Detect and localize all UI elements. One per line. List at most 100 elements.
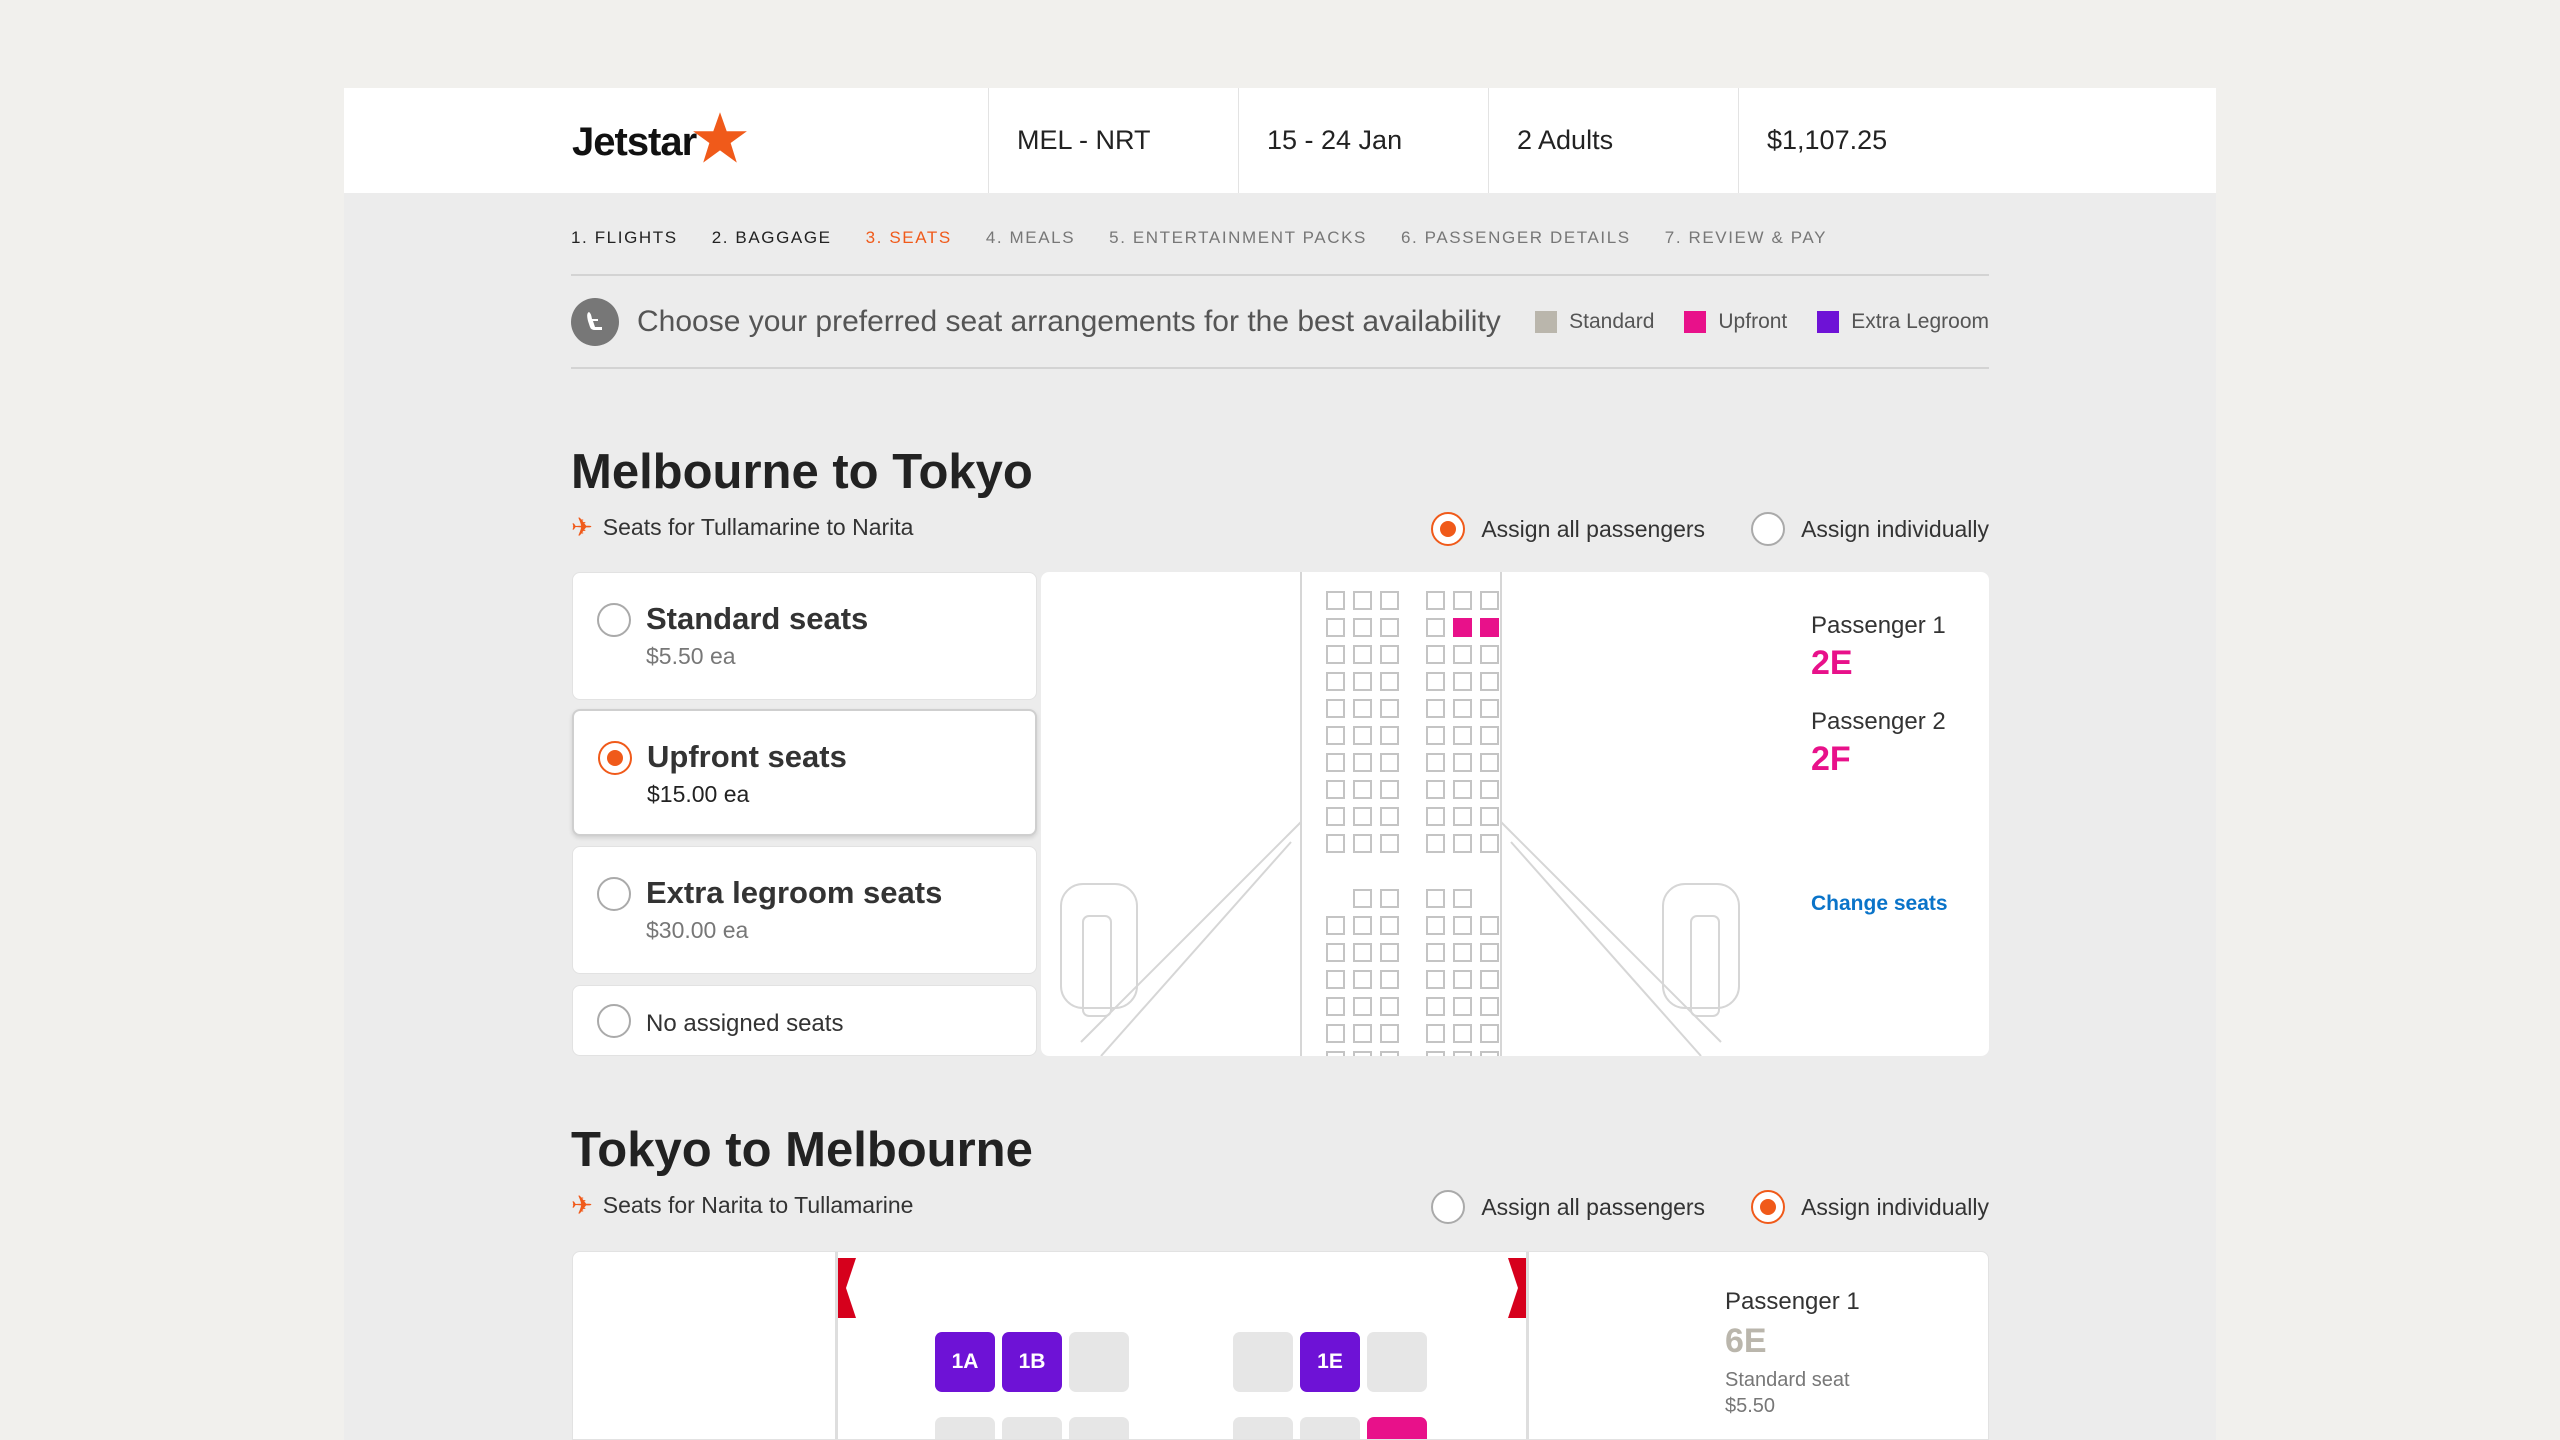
- seat-7c[interactable]: [1380, 753, 1399, 772]
- seat-2e[interactable]: [1300, 1417, 1360, 1439]
- seat-8e[interactable]: [1453, 780, 1472, 799]
- seat[interactable]: [1380, 1024, 1399, 1043]
- seat-8f[interactable]: [1480, 780, 1499, 799]
- step-flights[interactable]: 1. FLIGHTS: [571, 228, 678, 272]
- seat[interactable]: [1380, 916, 1399, 935]
- seat-4c[interactable]: [1380, 672, 1399, 691]
- extra-legroom-seats-option[interactable]: Extra legroom seats $30.00 ea: [572, 846, 1037, 974]
- seat[interactable]: [1453, 943, 1472, 962]
- seat-7a[interactable]: [1326, 753, 1345, 772]
- seat-2b[interactable]: [1353, 618, 1372, 637]
- seat-9a[interactable]: [1326, 807, 1345, 826]
- seat-9f[interactable]: [1480, 807, 1499, 826]
- seat-1b[interactable]: [1353, 591, 1372, 610]
- seat-4d[interactable]: [1426, 672, 1445, 691]
- seat-1d[interactable]: [1233, 1332, 1293, 1392]
- seat-4a[interactable]: [1326, 672, 1345, 691]
- seat-7f[interactable]: [1480, 753, 1499, 772]
- seat-6f[interactable]: [1480, 726, 1499, 745]
- step-passenger-details[interactable]: 6. PASSENGER DETAILS: [1401, 228, 1631, 272]
- seat-6b[interactable]: [1353, 726, 1372, 745]
- jetstar-logo[interactable]: Jetstar: [344, 88, 988, 193]
- seat-2e[interactable]: [1453, 618, 1472, 637]
- seat-1f[interactable]: [1480, 591, 1499, 610]
- assign-individually-option[interactable]: Assign individually: [1751, 1190, 1989, 1224]
- seat[interactable]: [1326, 916, 1345, 935]
- seat-9b[interactable]: [1353, 807, 1372, 826]
- seat-1f[interactable]: [1367, 1332, 1427, 1392]
- seat-10f[interactable]: [1480, 834, 1499, 853]
- seat[interactable]: [1326, 1024, 1345, 1043]
- dates-summary[interactable]: 15 - 24 Jan: [1238, 88, 1488, 193]
- seat[interactable]: [1426, 1024, 1445, 1043]
- seat-8b[interactable]: [1353, 780, 1372, 799]
- assign-all-radio[interactable]: [1431, 1190, 1466, 1224]
- seat-8c[interactable]: [1380, 780, 1399, 799]
- seat-6a[interactable]: [1326, 726, 1345, 745]
- exit-row-seat[interactable]: [1380, 889, 1399, 908]
- seat[interactable]: [1380, 1051, 1399, 1056]
- seat-2f[interactable]: [1367, 1417, 1427, 1439]
- seat-6d[interactable]: [1426, 726, 1445, 745]
- seat-8a[interactable]: [1326, 780, 1345, 799]
- no-assigned-seats-radio[interactable]: [597, 1004, 631, 1038]
- assign-all-option[interactable]: Assign all passengers: [1431, 512, 1705, 546]
- seat[interactable]: [1480, 916, 1499, 935]
- seat-9c[interactable]: [1380, 807, 1399, 826]
- seat-5f[interactable]: [1480, 699, 1499, 718]
- passengers-summary[interactable]: 2 Adults: [1488, 88, 1738, 193]
- seat[interactable]: [1480, 943, 1499, 962]
- seat-10c[interactable]: [1380, 834, 1399, 853]
- seat-1e[interactable]: 1E: [1300, 1332, 1360, 1392]
- seat-3d[interactable]: [1426, 645, 1445, 664]
- seat-grid[interactable]: [1326, 591, 1499, 1056]
- seat[interactable]: [1453, 1051, 1472, 1056]
- seat-3b[interactable]: [1353, 645, 1372, 664]
- seat[interactable]: [1353, 1051, 1372, 1056]
- seat-3a[interactable]: [1326, 645, 1345, 664]
- seat[interactable]: [1380, 943, 1399, 962]
- seat-5a[interactable]: [1326, 699, 1345, 718]
- seat-1a[interactable]: [1326, 591, 1345, 610]
- exit-row-seat[interactable]: [1426, 889, 1445, 908]
- seat-7d[interactable]: [1426, 753, 1445, 772]
- seat-1b[interactable]: 1B: [1002, 1332, 1062, 1392]
- step-review-pay[interactable]: 7. REVIEW & PAY: [1665, 228, 1827, 272]
- seat-3e[interactable]: [1453, 645, 1472, 664]
- route-summary[interactable]: MEL - NRT: [988, 88, 1238, 193]
- seat-4e[interactable]: [1453, 672, 1472, 691]
- seat[interactable]: [1353, 916, 1372, 935]
- seat[interactable]: [1426, 997, 1445, 1016]
- seat[interactable]: [1326, 943, 1345, 962]
- seat-2a[interactable]: [1326, 618, 1345, 637]
- assign-individually-radio[interactable]: [1751, 512, 1786, 546]
- assign-individually-option[interactable]: Assign individually: [1751, 512, 1989, 546]
- seat-2d[interactable]: [1233, 1417, 1293, 1439]
- seat-4b[interactable]: [1353, 672, 1372, 691]
- seat[interactable]: [1426, 970, 1445, 989]
- standard-seats-radio[interactable]: [597, 603, 631, 637]
- seat[interactable]: [1453, 997, 1472, 1016]
- seat[interactable]: [1453, 1024, 1472, 1043]
- seat[interactable]: [1326, 997, 1345, 1016]
- seat-8d[interactable]: [1426, 780, 1445, 799]
- standard-seats-option[interactable]: Standard seats $5.50 ea: [572, 572, 1037, 700]
- seat[interactable]: [1353, 943, 1372, 962]
- assign-individually-radio[interactable]: [1751, 1190, 1786, 1224]
- seat[interactable]: [1480, 1024, 1499, 1043]
- seat[interactable]: [1453, 916, 1472, 935]
- seat[interactable]: [1453, 970, 1472, 989]
- exit-row-seat[interactable]: [1353, 889, 1372, 908]
- seat-2c[interactable]: [1069, 1417, 1129, 1439]
- seat[interactable]: [1426, 943, 1445, 962]
- seat-7b[interactable]: [1353, 753, 1372, 772]
- seat[interactable]: [1326, 970, 1345, 989]
- upfront-seats-radio[interactable]: [598, 741, 632, 775]
- step-meals[interactable]: 4. MEALS: [986, 228, 1075, 272]
- seat-6e[interactable]: [1453, 726, 1472, 745]
- seat-5d[interactable]: [1426, 699, 1445, 718]
- change-seats-link[interactable]: Change seats: [1811, 892, 1948, 916]
- seat[interactable]: [1426, 916, 1445, 935]
- seat[interactable]: [1326, 1051, 1345, 1056]
- seat-5e[interactable]: [1453, 699, 1472, 718]
